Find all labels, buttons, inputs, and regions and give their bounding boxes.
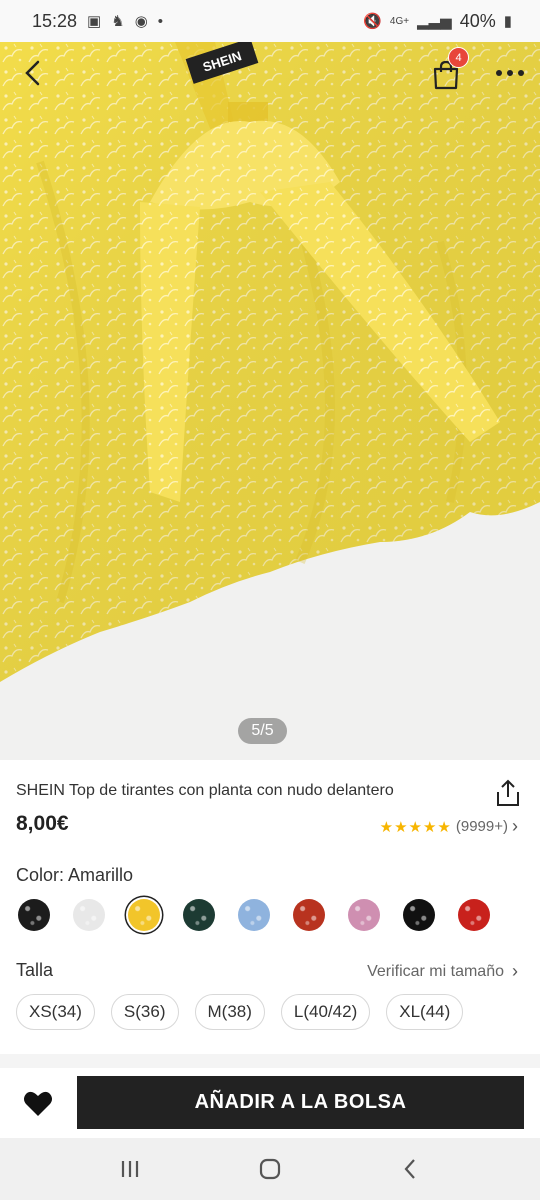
home-button[interactable]: [240, 1149, 300, 1189]
color-label: Color: Amarillo: [16, 865, 134, 885]
size-option[interactable]: XL(44): [386, 994, 464, 1030]
share-icon: [497, 779, 519, 806]
color-swatches: [18, 899, 490, 931]
home-icon: [259, 1158, 281, 1180]
network-label: 4G+: [389, 15, 410, 27]
system-nav-bar: [0, 1138, 540, 1200]
heart-icon: [24, 1091, 52, 1116]
status-time: 15:28: [32, 10, 78, 31]
share-button[interactable]: [494, 778, 522, 808]
signal-icon: ▂▃▅: [417, 13, 452, 30]
section-divider: [0, 1054, 540, 1068]
dot-icon: •: [157, 12, 164, 30]
verify-size-label: Verificar mi tamaño: [367, 962, 504, 980]
battery-icon: ▮: [503, 13, 512, 30]
image-counter: 5/5: [238, 718, 287, 744]
recent-apps-button[interactable]: [100, 1149, 160, 1189]
color-swatch[interactable]: [403, 899, 435, 931]
color-swatch[interactable]: [18, 899, 50, 931]
more-icon: [496, 70, 524, 76]
chevron-right-icon: ›: [512, 961, 518, 981]
bottom-action-bar: AÑADIR A LA BOLSA: [0, 1068, 540, 1140]
notification-icon: ◉: [134, 13, 148, 30]
rating-stars: ★★★★★: [379, 818, 452, 836]
back-arrow-icon: [25, 60, 40, 86]
color-swatch[interactable]: [293, 899, 325, 931]
color-swatch[interactable]: [458, 899, 490, 931]
size-option[interactable]: S(36): [110, 994, 179, 1030]
size-option[interactable]: XS(34): [16, 994, 95, 1030]
color-swatch[interactable]: [183, 899, 215, 931]
gallery-icon: ▣: [87, 13, 102, 30]
product-photo: SHEIN: [0, 42, 540, 760]
size-label: Talla: [16, 960, 54, 980]
rating-count: (9999+): [455, 818, 508, 835]
status-bar: 15:28 ▣ ♞ ◉ • 🔇 4G+ ▂▃▅ 40% ▮: [0, 0, 540, 42]
back-button[interactable]: [16, 56, 50, 90]
size-options: XS(34) S(36) M(38) L(40/42) XL(44): [16, 994, 464, 1030]
app-icon: ♞: [111, 13, 125, 30]
bag-count-badge: 4: [448, 47, 469, 68]
recent-apps-icon: [121, 1161, 139, 1177]
wishlist-button[interactable]: [20, 1086, 56, 1122]
color-swatch[interactable]: [238, 899, 270, 931]
battery-label: 40%: [459, 10, 496, 31]
size-option[interactable]: M(38): [194, 994, 265, 1030]
product-image[interactable]: SHEIN: [0, 42, 540, 760]
size-option[interactable]: L(40/42): [280, 994, 371, 1030]
chevron-right-icon: ›: [512, 816, 518, 836]
system-back-icon: [404, 1159, 415, 1179]
mute-icon: 🔇: [363, 13, 382, 30]
system-back-button[interactable]: [380, 1149, 440, 1189]
color-swatch[interactable]: [73, 899, 105, 931]
color-swatch[interactable]: [348, 899, 380, 931]
more-options-button[interactable]: [490, 58, 530, 88]
add-to-bag-button[interactable]: AÑADIR A LA BOLSA: [77, 1076, 524, 1129]
rating-link[interactable]: ★★★★★ (9999+) ›: [380, 816, 518, 837]
verify-size-link[interactable]: Verificar mi tamaño ›: [367, 961, 518, 982]
product-title: SHEIN Top de tirantes con planta con nud…: [16, 782, 394, 799]
color-swatch[interactable]: [128, 899, 160, 931]
product-price: 8,00€: [16, 812, 69, 835]
